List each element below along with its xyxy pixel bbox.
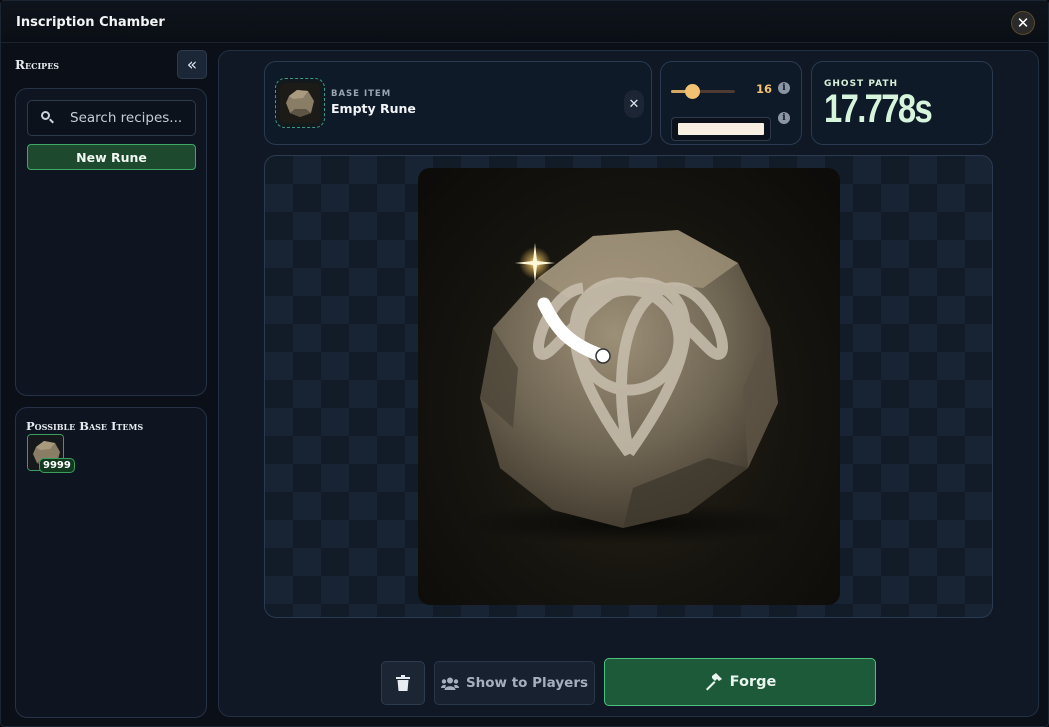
brush-settings-card: 16 i i [660, 61, 802, 145]
brush-color-picker[interactable] [671, 117, 771, 141]
main-panel: BASE ITEM Empty Rune ✕ 16 i i GHOST PATH… [218, 50, 1039, 717]
inscription-window: Inscription Chamber ✕ Recipes « Search r… [0, 0, 1049, 727]
base-item-name: Empty Rune [331, 101, 416, 116]
recipes-heading: Recipes [15, 58, 60, 72]
forge-label: Forge [729, 674, 777, 690]
drawing-canvas[interactable] [264, 155, 993, 618]
info-icon[interactable]: i [778, 112, 790, 124]
users-icon [440, 677, 459, 690]
new-rune-button[interactable]: New Rune [27, 144, 196, 170]
base-items-panel: Possible Base Items 9999 [15, 407, 207, 718]
action-bar: Show to Players Forge [219, 658, 1038, 708]
base-item-slot[interactable] [275, 78, 325, 128]
trash-icon [396, 675, 410, 691]
double-chevron-left-icon: « [186, 54, 198, 75]
window-title: Inscription Chamber [16, 15, 165, 30]
brush-color-swatch [678, 123, 764, 135]
forge-button[interactable]: Forge [604, 658, 876, 706]
clear-canvas-button[interactable] [381, 661, 425, 705]
show-to-players-label: Show to Players [465, 675, 589, 691]
ghost-path-card: GHOST PATH 17.778s [811, 61, 993, 145]
search-input[interactable]: Search recipes... [27, 100, 196, 136]
brush-size-value: 16 [756, 82, 773, 96]
info-icon[interactable]: i [778, 82, 790, 94]
search-placeholder: Search recipes... [70, 110, 183, 126]
close-icon: ✕ [1016, 14, 1030, 32]
stone-rune-icon [280, 83, 320, 123]
base-items-heading: Possible Base Items [26, 419, 144, 433]
brush-size-slider-thumb[interactable] [685, 84, 700, 99]
collapse-sidebar-button[interactable]: « [177, 50, 207, 79]
title-bar: Inscription Chamber ✕ [1, 1, 1048, 43]
base-item-label: BASE ITEM [331, 89, 392, 99]
rune-stone-image [418, 168, 840, 605]
sidebar: Recipes « Search recipes... New Rune Pos… [8, 43, 211, 723]
clear-base-item-button[interactable]: ✕ [624, 90, 644, 118]
rune-stone-illustration [459, 230, 799, 545]
hammer-icon [705, 673, 722, 691]
ghost-path-timer: 17.778s [824, 87, 933, 131]
show-to-players-button[interactable]: Show to Players [434, 661, 595, 705]
recipes-panel: Search recipes... New Rune [15, 88, 207, 396]
quantity-badge: 9999 [39, 458, 75, 473]
close-button[interactable]: ✕ [1011, 11, 1035, 35]
base-item-card: BASE ITEM Empty Rune ✕ [264, 61, 652, 145]
search-icon [40, 110, 56, 126]
close-icon: ✕ [628, 96, 640, 112]
